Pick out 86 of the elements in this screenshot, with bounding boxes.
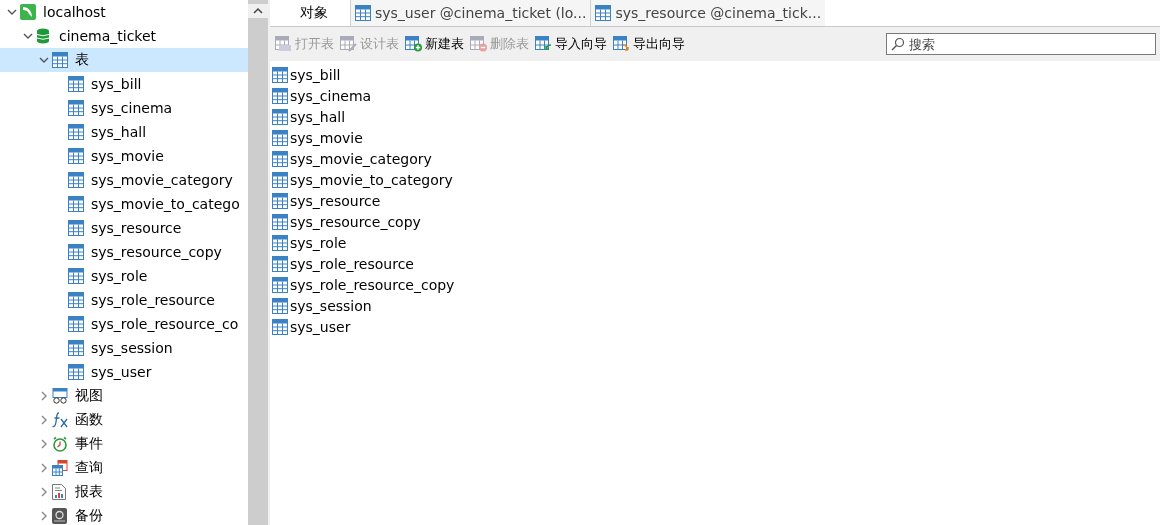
tree-item[interactable]: sys_user [0,360,248,384]
tree-item[interactable]: 报表 [0,480,248,504]
table-icon [272,192,288,209]
table-minus-icon [470,36,488,52]
tree-item[interactable]: sys_movie_to_catego [0,192,248,216]
table-icon [52,52,68,68]
table-icon [272,66,288,83]
table-icon [272,276,288,293]
table-pencil-icon [340,36,358,52]
table-list-item[interactable]: sys_role [272,232,347,253]
dolphin-icon [20,4,36,20]
toolbar-button[interactable]: 导入向导 [534,33,608,55]
table-list-item[interactable]: sys_movie [272,127,363,148]
tree-item[interactable]: 事件 [0,432,248,456]
table-list-item[interactable]: sys_movie_category [272,148,432,169]
tree-item[interactable]: sys_bill [0,72,248,96]
table-icon [595,5,612,21]
table-list-item[interactable]: sys_user [272,316,351,337]
tree-item[interactable]: 函数 [0,408,248,432]
table-list-item[interactable]: sys_bill [272,64,341,85]
table-icon [68,316,84,332]
tree-item[interactable]: localhost [0,0,248,24]
table-icon [272,318,288,335]
table-icon [68,364,84,380]
table-icon [272,297,288,314]
table-icon [68,292,84,308]
tree-item[interactable]: sys_hall [0,120,248,144]
tree-item[interactable]: 备份 [0,504,248,525]
tree-item[interactable]: sys_resource_copy [0,240,248,264]
toolbar-button[interactable]: 导出向导 [612,33,686,55]
table-icon [272,87,288,104]
tree-item[interactable]: sys_role [0,264,248,288]
table-list-item[interactable]: sys_resource_copy [272,211,421,232]
tree-item[interactable]: sys_movie_category [0,168,248,192]
toolbar-button[interactable]: 新建表 [404,33,465,55]
table-icon [68,124,84,140]
table-list-item[interactable]: sys_movie_to_category [272,169,453,190]
report-icon [52,484,66,500]
scroll-up-icon[interactable] [248,4,268,18]
table-arrow-icon [535,36,553,52]
table-icon [272,171,288,188]
table-icon [68,76,84,92]
clock-icon [52,436,68,452]
tree-item[interactable]: sys_role_resource_co [0,312,248,336]
tree-item[interactable]: cinema_ticket [0,24,248,48]
tree-item[interactable]: 视图 [0,384,248,408]
table-icon [272,234,288,251]
table-plus-icon [405,36,423,52]
backup-icon [52,508,67,524]
tab[interactable]: sys_resource @cinema_tick... [590,0,826,26]
table-list-item[interactable]: sys_role_resource_copy [272,274,455,295]
glasses-table-icon [52,388,68,404]
function-icon [52,412,70,428]
table-icon [272,129,288,146]
table-icon [272,213,288,230]
table-icon [272,108,288,125]
tree-item[interactable]: sys_movie [0,144,248,168]
table-list-item[interactable]: sys_cinema [272,85,372,106]
tree-item[interactable]: 查询 [0,456,248,480]
table-icon [68,148,84,164]
table-icon [68,244,84,260]
table-icon [272,255,288,272]
table-icon [272,150,288,167]
table-icon [68,196,84,212]
database-icon [36,28,50,44]
query-icon [52,460,68,476]
tree-item[interactable]: sys_session [0,336,248,360]
search-field[interactable]: 搜索 [886,33,1156,55]
table-list-item[interactable]: sys_resource [272,190,381,211]
table-icon [68,220,84,236]
tab[interactable]: sys_user @cinema_ticket (lo... [350,0,591,26]
table-arrow-icon [613,36,631,52]
tree-item[interactable]: sys_cinema [0,96,248,120]
table-icon [355,5,371,21]
search-icon [891,37,905,51]
table-icon [68,100,84,116]
tree-item[interactable]: sys_resource [0,216,248,240]
table-icon [275,36,293,52]
table-icon [68,340,84,356]
tree-item[interactable]: sys_role_resource [0,288,248,312]
table-icon [68,172,84,188]
tree-item[interactable]: 表 [0,48,248,72]
table-icon [68,268,84,284]
table-list-item[interactable]: sys_hall [272,106,346,127]
table-list-item[interactable]: sys_role_resource [272,253,414,274]
table-list-item[interactable]: sys_session [272,295,372,316]
